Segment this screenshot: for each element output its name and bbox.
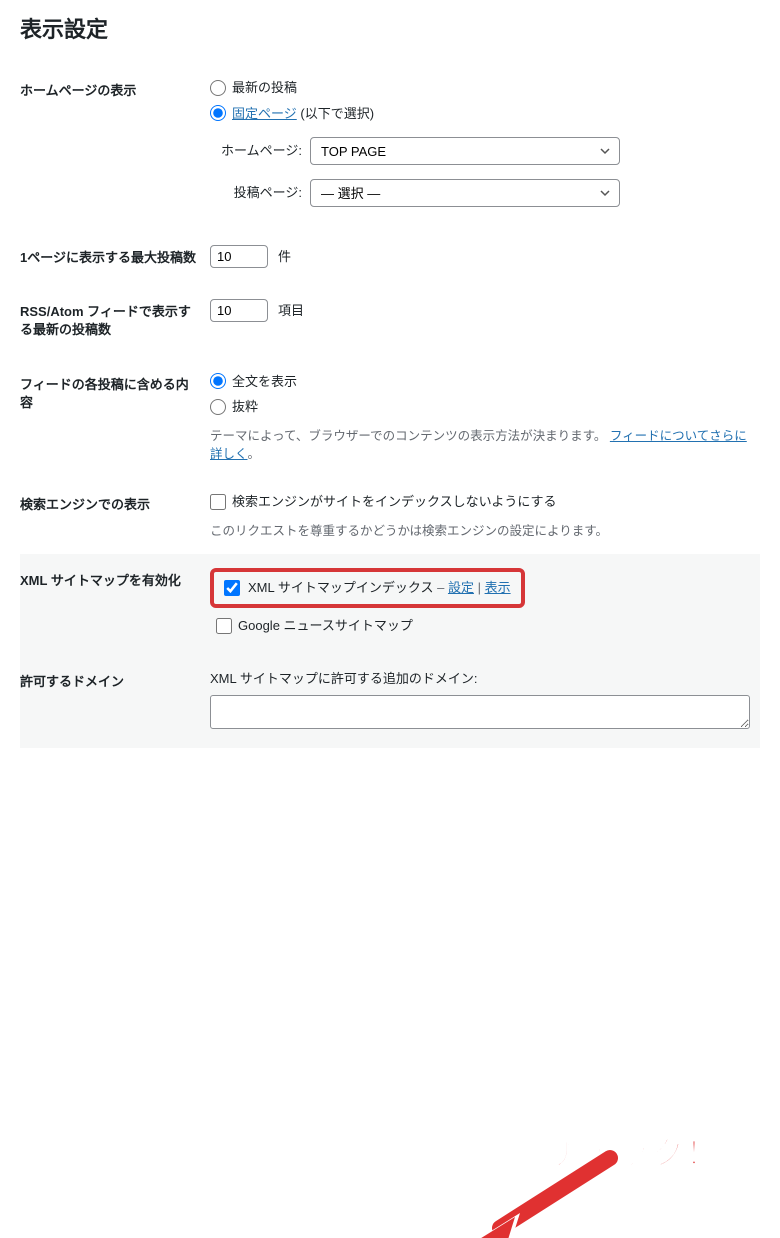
search-engine-desc: このリクエストを尊重するかどうかは検索エンジンの設定によります。 bbox=[210, 522, 750, 541]
annotation-arrow-icon bbox=[460, 1143, 620, 1238]
posts-page-select[interactable]: — 選択 — bbox=[310, 179, 620, 207]
posts-per-page-input[interactable] bbox=[210, 245, 268, 268]
static-page-link[interactable]: 固定ページ bbox=[232, 106, 297, 121]
radio-full-text[interactable] bbox=[210, 373, 226, 389]
search-engine-label: 検索エンジンでの表示 bbox=[20, 478, 210, 554]
xml-settings-link[interactable]: 設定 bbox=[448, 580, 474, 595]
radio-static-page[interactable] bbox=[210, 105, 226, 121]
checkbox-discourage-search[interactable] bbox=[210, 494, 226, 510]
xml-sitemap-label: XML サイトマップを有効化 bbox=[20, 554, 210, 655]
radio-static-page-label: 固定ページ (以下で選択) bbox=[232, 104, 374, 124]
radio-latest-posts[interactable] bbox=[210, 80, 226, 96]
allowed-domains-textarea[interactable] bbox=[210, 695, 750, 729]
checkbox-discourage-search-label: 検索エンジンがサイトをインデックスしないようにする bbox=[232, 492, 556, 512]
allowed-domains-desc: XML サイトマップに許可する追加のドメイン: bbox=[210, 669, 750, 689]
homepage-select-label: ホームページ: bbox=[210, 141, 310, 161]
feed-items-unit: 項目 bbox=[278, 301, 304, 321]
xml-sep: – bbox=[437, 580, 448, 595]
feed-items-input[interactable] bbox=[210, 299, 268, 322]
checkbox-xml-sitemap-index[interactable] bbox=[224, 580, 240, 596]
annotation-text: チェック！ bbox=[550, 1128, 720, 1174]
homepage-display-label: ホームページの表示 bbox=[20, 64, 210, 231]
radio-excerpt[interactable] bbox=[210, 399, 226, 415]
checkbox-google-news-sitemap[interactable] bbox=[216, 618, 232, 634]
posts-per-page-unit: 件 bbox=[278, 247, 291, 267]
feed-content-desc: テーマによって、ブラウザーでのコンテンツの表示方法が決まります。 フィードについ… bbox=[210, 427, 750, 465]
xml-view-link[interactable]: 表示 bbox=[485, 580, 511, 595]
radio-full-text-label: 全文を表示 bbox=[232, 372, 297, 392]
feed-content-label: フィードの各投稿に含める内容 bbox=[20, 358, 210, 479]
radio-excerpt-label: 抜粋 bbox=[232, 397, 258, 417]
radio-latest-posts-label: 最新の投稿 bbox=[232, 78, 297, 98]
xml-sitemap-index-label: XML サイトマップインデックス bbox=[248, 580, 433, 595]
static-page-suffix: (以下で選択) bbox=[297, 106, 374, 121]
posts-per-page-label: 1ページに表示する最大投稿数 bbox=[20, 231, 210, 285]
allowed-domains-label: 許可するドメイン bbox=[20, 655, 210, 748]
xml-sitemap-highlight-box: XML サイトマップインデックス – 設定 | 表示 bbox=[210, 568, 525, 608]
homepage-select[interactable]: TOP PAGE bbox=[310, 137, 620, 165]
page-title: 表示設定 bbox=[20, 12, 760, 44]
feed-items-label: RSS/Atom フィードで表示する最新の投稿数 bbox=[20, 285, 210, 357]
posts-page-select-label: 投稿ページ: bbox=[210, 183, 310, 203]
